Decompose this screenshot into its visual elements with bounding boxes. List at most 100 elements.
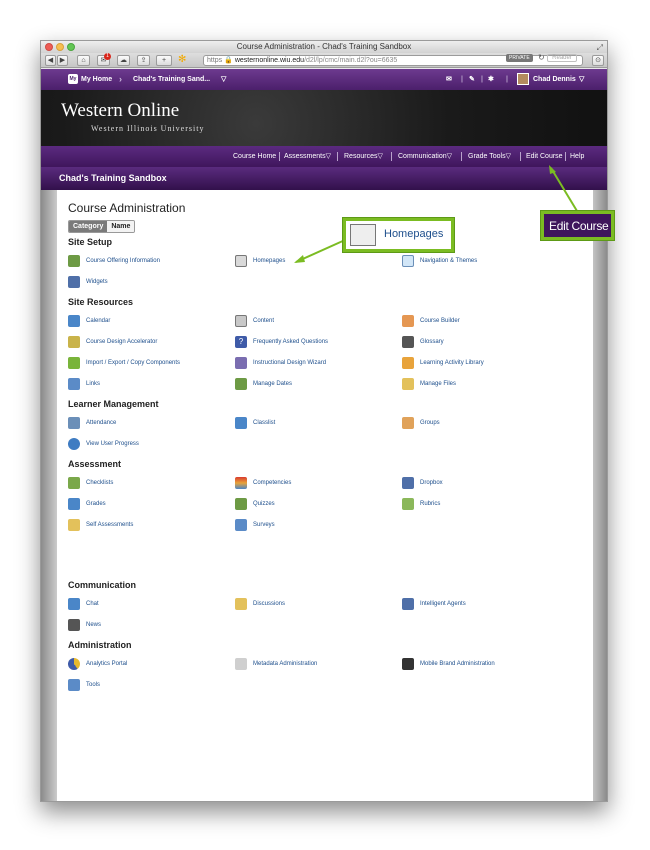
nav-help[interactable]: Help [570, 146, 584, 167]
library-icon [402, 357, 414, 369]
nav-grade-tools[interactable]: Grade Tools▽ [468, 146, 511, 167]
discussion-icon [235, 598, 247, 610]
tool-analytics-portal[interactable]: Analytics Portal [68, 657, 127, 671]
tool-content[interactable]: Content [235, 314, 274, 328]
share-button[interactable]: ⇪ [137, 55, 150, 66]
my-home-icon: My [68, 74, 78, 84]
tool-view-user-progress[interactable]: View User Progress [68, 437, 139, 451]
edit-course-callout-label: Edit Course [549, 219, 609, 233]
rubric-icon [402, 498, 414, 510]
tool-competencies[interactable]: Competencies [235, 476, 291, 490]
course-selector-dropdown-icon[interactable]: ▽ [221, 69, 226, 90]
toggle-name[interactable]: Name [107, 221, 135, 232]
tool-label: Self Assessments [86, 522, 134, 528]
message-alerts-icon[interactable]: ✉ [446, 69, 452, 90]
metadata-icon [235, 658, 247, 670]
tool-tools[interactable]: Tools [68, 678, 100, 692]
minimize-window-button[interactable] [56, 43, 64, 51]
subscription-alerts-icon[interactable]: ✎ [469, 69, 475, 90]
nav-communication[interactable]: Communication▽ [398, 146, 452, 167]
tool-manage-files[interactable]: Manage Files [402, 377, 456, 391]
tool-label: Mobile Brand Administration [420, 661, 495, 667]
tool-label: Course Offering Information [86, 258, 160, 264]
nav-assessments-label: Assessments [284, 153, 326, 160]
home-button[interactable]: ⌂ [77, 55, 90, 66]
tool-grades[interactable]: Grades [68, 497, 106, 511]
download-icon: ⊙ [595, 57, 601, 64]
back-button[interactable]: ◀ [45, 55, 56, 66]
toggle-category[interactable]: Category [69, 221, 108, 232]
tool-discussions[interactable]: Discussions [235, 597, 285, 611]
tool-self-assessments[interactable]: Self Assessments [68, 518, 133, 532]
tool-faq[interactable]: ? Frequently Asked Questions [235, 335, 328, 349]
avatar[interactable] [517, 73, 529, 85]
tool-label: Instructional Design Wizard [253, 360, 327, 366]
loading-spinner-icon: ✻ [178, 54, 187, 65]
user-menu-link[interactable]: Chad Dennis [533, 69, 576, 90]
tool-mobile-brand-administration[interactable]: Mobile Brand Administration [402, 657, 495, 671]
navigation-icon [402, 255, 414, 267]
nav-communication-label: Communication [398, 153, 447, 160]
tool-course-design-accelerator[interactable]: Course Design Accelerator [68, 335, 157, 349]
accelerator-icon [68, 336, 80, 348]
tool-classlist[interactable]: Classlist [235, 416, 275, 430]
tool-links[interactable]: Links [68, 377, 100, 391]
nav-resources[interactable]: Resources▽ [344, 146, 383, 167]
section-site-resources: Site Resources [68, 297, 134, 307]
tool-homepages[interactable]: Homepages [235, 254, 285, 268]
tool-manage-dates[interactable]: Manage Dates [235, 377, 292, 391]
tool-intelligent-agents[interactable]: Intelligent Agents [402, 597, 466, 611]
tool-instructional-design-wizard[interactable]: Instructional Design Wizard [235, 356, 326, 370]
top-navbar: My My Home › Chad's Training Sand... ▽ ✉… [41, 69, 607, 90]
view-toggle: Category Name [68, 220, 136, 233]
course-navbar: Course Home Assessments▽ Resources▽ Comm… [41, 146, 607, 167]
tool-rubrics[interactable]: Rubrics [402, 497, 440, 511]
maximize-window-button[interactable] [67, 43, 75, 51]
calendar-icon [68, 315, 80, 327]
tool-label: Chat [86, 601, 99, 607]
tool-chat[interactable]: Chat [68, 597, 99, 611]
reader-button[interactable]: Reader [547, 54, 577, 62]
glossary-icon [402, 336, 414, 348]
cloud-button[interactable]: ☁ [117, 55, 130, 66]
tool-widgets[interactable]: Widgets [68, 275, 108, 289]
downloads-button[interactable]: ⊙ [592, 55, 604, 66]
content-area: Course Administration Category Name Site… [41, 190, 607, 801]
forward-button[interactable]: ▶ [57, 55, 68, 66]
tool-checklists[interactable]: Checklists [68, 476, 113, 490]
tool-groups[interactable]: Groups [402, 416, 440, 430]
tool-quizzes[interactable]: Quizzes [235, 497, 275, 511]
browser-toolbar: ◀ ▶ ⌂ ✉ 1 ☁ ⇪ + ✻ https 🔒 westernonline.w… [41, 53, 607, 68]
tool-surveys[interactable]: Surveys [235, 518, 275, 532]
reload-icon[interactable]: ↻ [538, 53, 545, 62]
tool-metadata-administration[interactable]: Metadata Administration [235, 657, 317, 671]
home-icon: ⌂ [81, 57, 86, 64]
nav-assessments[interactable]: Assessments▽ [284, 146, 331, 167]
my-home-link[interactable]: My Home [81, 69, 112, 90]
tool-label: Import / Export / Copy Components [86, 360, 181, 366]
tool-label: Frequently Asked Questions [253, 339, 329, 345]
tool-news[interactable]: News [68, 618, 101, 632]
tool-calendar[interactable]: Calendar [68, 314, 110, 328]
tool-dropbox[interactable]: Dropbox [402, 476, 443, 490]
analytics-icon [68, 658, 80, 670]
close-window-button[interactable] [45, 43, 53, 51]
nav-edit-course[interactable]: Edit Course [526, 146, 563, 167]
lock-icon: 🔒 [224, 57, 233, 64]
tool-glossary[interactable]: Glossary [402, 335, 444, 349]
tools-icon [68, 679, 80, 691]
add-button[interactable]: + [156, 55, 172, 66]
tool-label: Grades [86, 501, 106, 507]
course-selector-link[interactable]: Chad's Training Sand... [133, 69, 210, 90]
notifications-button[interactable]: ✉ 1 [97, 53, 111, 66]
user-menu-dropdown-icon[interactable]: ▽ [579, 69, 584, 90]
tool-attendance[interactable]: Attendance [68, 416, 116, 430]
tool-import-export-copy[interactable]: Import / Export / Copy Components [68, 356, 180, 370]
tool-course-offering-information[interactable]: Course Offering Information [68, 254, 160, 268]
nav-course-home[interactable]: Course Home [233, 146, 276, 167]
tool-learning-activity-library[interactable]: Learning Activity Library [402, 356, 484, 370]
nav-grade-tools-label: Grade Tools [468, 153, 506, 160]
tool-navigation-themes[interactable]: Navigation & Themes [402, 254, 477, 268]
tool-course-builder[interactable]: Course Builder [402, 314, 460, 328]
update-alerts-icon[interactable]: ✱ [488, 69, 494, 90]
